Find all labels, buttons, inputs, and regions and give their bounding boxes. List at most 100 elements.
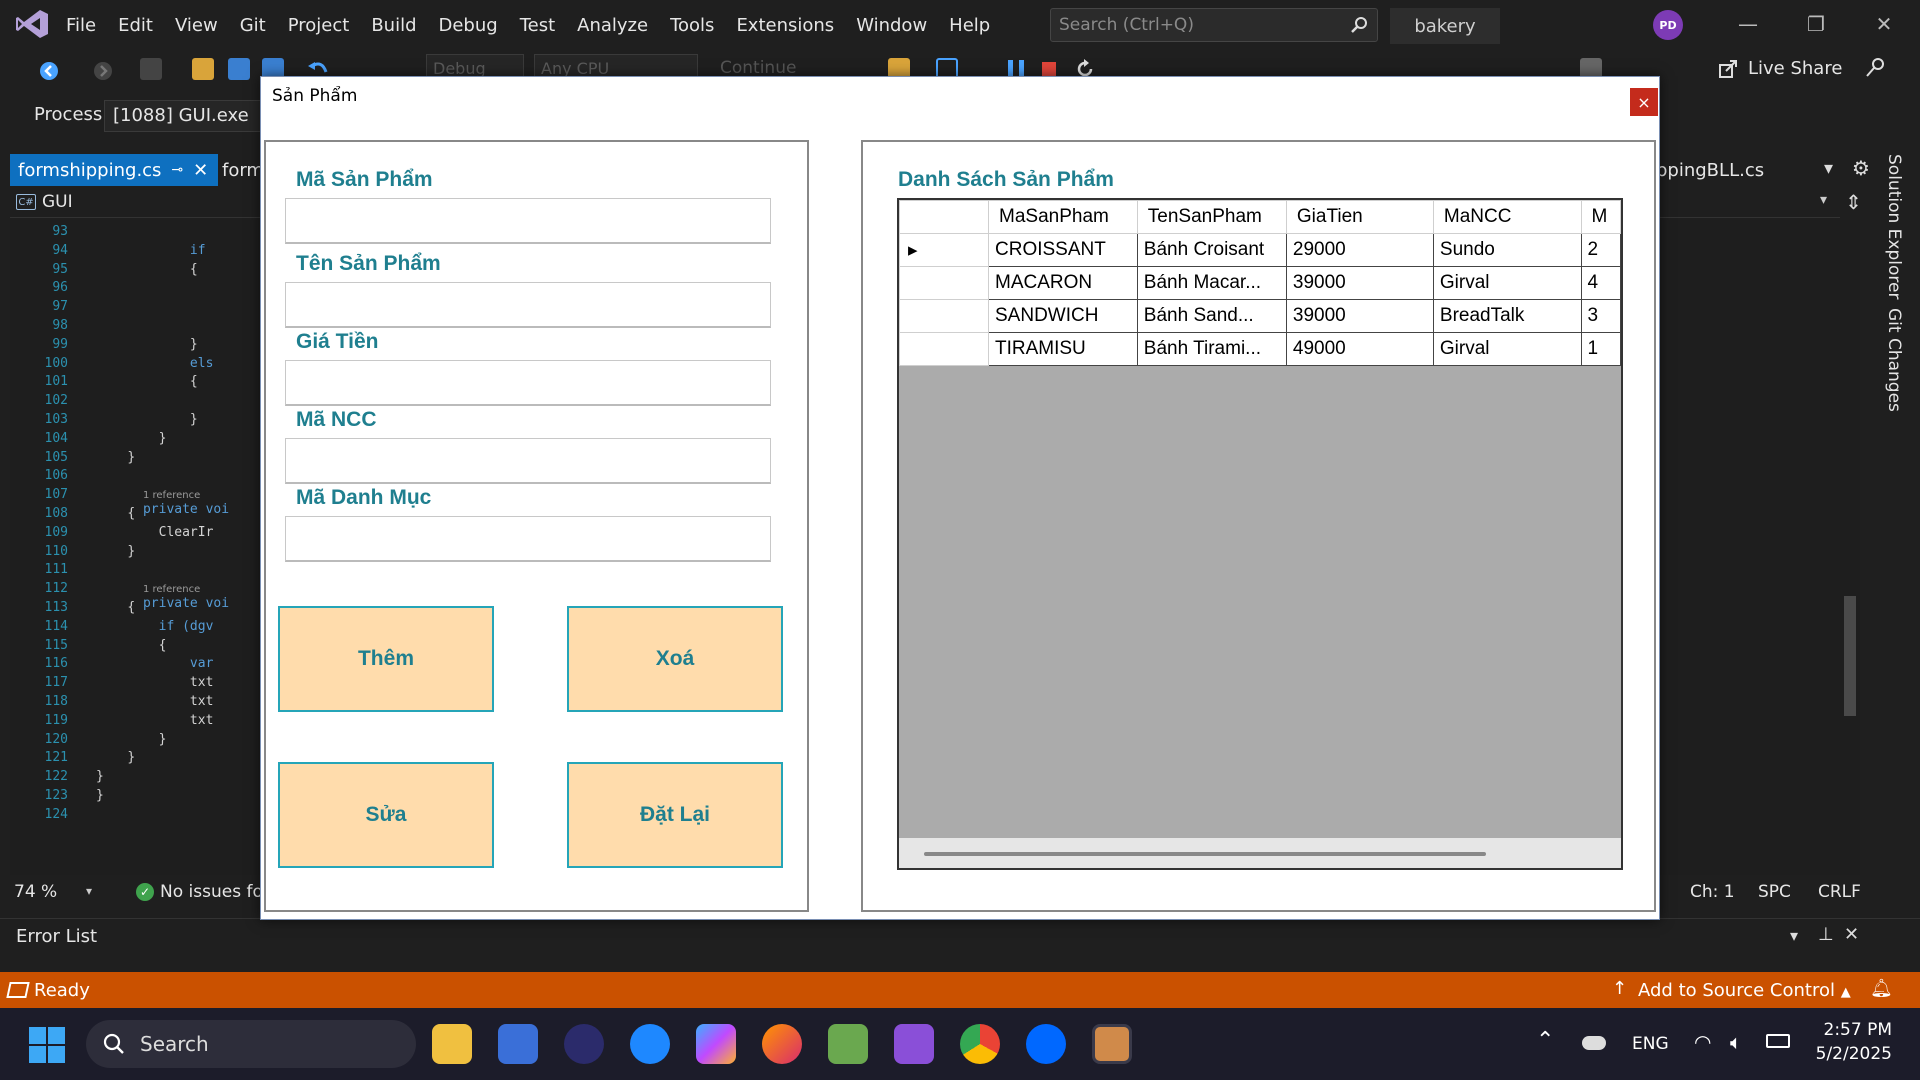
onedrive-icon[interactable] xyxy=(1582,1036,1606,1050)
visual-studio-taskbar-icon[interactable] xyxy=(894,1024,934,1064)
table-cell[interactable]: SANDWICH xyxy=(988,299,1138,333)
tray-chevron-up-icon[interactable]: ⌃ xyxy=(1536,1028,1554,1053)
pin-panel-icon[interactable]: ⊥ xyxy=(1818,924,1834,945)
clock-time[interactable]: 2:57 PM xyxy=(1822,1020,1893,1040)
line-ending-indicator[interactable]: CRLF xyxy=(1818,882,1861,902)
solution-explorer-tab[interactable]: Solution Explorer xyxy=(1884,154,1904,299)
snipping-tool-icon[interactable] xyxy=(828,1024,868,1064)
copilot-icon[interactable] xyxy=(696,1024,736,1064)
git-changes-tab[interactable]: Git Changes xyxy=(1884,308,1904,412)
table-cell[interactable]: Sundo xyxy=(1432,233,1582,267)
add-to-source-control[interactable]: Add to Source Control ▲ xyxy=(1638,980,1851,1001)
column-header-m[interactable]: M xyxy=(1580,200,1621,234)
error-list-title[interactable]: Error List xyxy=(16,926,97,947)
row-header[interactable] xyxy=(899,332,989,366)
table-cell[interactable]: TIRAMISU xyxy=(988,332,1138,366)
notifications-bell-icon[interactable]: 🔔︎ xyxy=(1870,978,1893,999)
table-cell[interactable]: 4 xyxy=(1580,266,1621,300)
gia-tien-input[interactable] xyxy=(285,360,771,406)
row-header[interactable] xyxy=(899,299,989,333)
table-cell[interactable]: 29000 xyxy=(1285,233,1434,267)
project-dropdown[interactable]: C# GUI xyxy=(16,192,73,212)
forward-icon[interactable] xyxy=(92,60,114,82)
tab-overflow-icon[interactable]: ▾ xyxy=(1824,158,1833,179)
menu-file[interactable]: File xyxy=(64,15,110,36)
menu-test[interactable]: Test xyxy=(518,15,569,36)
column-header-tensanpham[interactable]: TenSanPham xyxy=(1136,200,1287,234)
tab-form[interactable]: form xyxy=(220,154,264,186)
settings-gear-icon[interactable]: ⚙ xyxy=(1852,156,1870,180)
zalo-icon[interactable] xyxy=(1026,1024,1066,1064)
table-cell[interactable]: 3 xyxy=(1580,299,1621,333)
battery-icon[interactable] xyxy=(1766,1034,1790,1048)
ma-danh-muc-input[interactable] xyxy=(285,516,771,562)
table-cell[interactable]: 1 xyxy=(1580,332,1621,366)
clock-date[interactable]: 5/2/2025 xyxy=(1812,1044,1892,1064)
ma-san-pham-input[interactable] xyxy=(285,198,771,244)
whitespace-indicator[interactable]: SPC xyxy=(1758,882,1791,902)
minimize-icon[interactable]: — xyxy=(1730,8,1766,40)
stop-icon[interactable] xyxy=(1042,62,1056,76)
editor-vertical-scrollbar[interactable] xyxy=(1840,220,1860,875)
xoa-button[interactable]: Xoá xyxy=(567,606,783,712)
table-cell[interactable]: Bánh Sand... xyxy=(1136,299,1287,333)
menu-build[interactable]: Build xyxy=(369,15,430,36)
table-cell[interactable]: 39000 xyxy=(1285,266,1434,300)
panel-dropdown-icon[interactable]: ▾ xyxy=(1790,926,1798,945)
scrollbar-thumb[interactable] xyxy=(1844,596,1856,716)
menu-debug[interactable]: Debug xyxy=(437,15,512,36)
open-folder-icon[interactable] xyxy=(192,58,214,80)
column-header-giatien[interactable]: GiaTien xyxy=(1285,200,1434,234)
table-cell[interactable]: Bánh Croisant xyxy=(1136,233,1287,267)
menu-project[interactable]: Project xyxy=(286,15,364,36)
close-tab-icon[interactable]: ✕ xyxy=(193,160,208,181)
store-icon[interactable] xyxy=(498,1024,538,1064)
table-row[interactable]: TIRAMISU Bánh Tirami... 49000 Girval 1 xyxy=(899,332,1621,366)
column-header-masanpham[interactable]: MaSanPham xyxy=(988,200,1138,234)
wifi-icon[interactable]: ◠ xyxy=(1694,1030,1711,1054)
close-icon[interactable]: × xyxy=(1630,88,1658,116)
table-cell[interactable]: 39000 xyxy=(1285,299,1434,333)
ma-ncc-input[interactable] xyxy=(285,438,771,484)
file-explorer-icon[interactable] xyxy=(432,1024,472,1064)
table-cell[interactable]: Bánh Macar... xyxy=(1136,266,1287,300)
dat-lai-button[interactable]: Đặt Lại xyxy=(567,762,783,868)
live-share-button[interactable]: Live Share xyxy=(1718,58,1842,79)
eclipse-icon[interactable] xyxy=(564,1024,604,1064)
pin-icon[interactable]: ⊸ xyxy=(171,162,183,178)
table-cell[interactable]: BreadTalk xyxy=(1432,299,1582,333)
row-header-corner[interactable] xyxy=(899,200,989,234)
zoom-level[interactable]: 74 % xyxy=(14,882,57,902)
table-row[interactable]: ▸ CROISSANT Bánh Croisant 29000 Sundo 2 xyxy=(899,233,1621,267)
menu-edit[interactable]: Edit xyxy=(116,15,167,36)
ten-san-pham-input[interactable] xyxy=(285,282,771,328)
sua-button[interactable]: Sửa xyxy=(278,762,494,868)
tab-formshipping[interactable]: formshipping.cs ⊸ ✕ xyxy=(10,154,218,186)
menu-analyze[interactable]: Analyze xyxy=(575,15,662,36)
windows-start-icon[interactable] xyxy=(28,1026,66,1064)
table-cell[interactable]: MACARON xyxy=(988,266,1138,300)
table-cell[interactable]: Bánh Tirami... xyxy=(1136,332,1287,366)
chrome-icon[interactable] xyxy=(960,1024,1000,1064)
menu-help[interactable]: Help xyxy=(947,15,1004,36)
new-project-icon[interactable] xyxy=(140,58,162,80)
table-cell[interactable]: 2 xyxy=(1580,233,1621,267)
current-row-indicator-icon[interactable]: ▸ xyxy=(899,233,989,267)
back-icon[interactable] xyxy=(38,60,60,82)
table-row[interactable]: MACARON Bánh Macar... 39000 Girval 4 xyxy=(899,266,1621,300)
menu-git[interactable]: Git xyxy=(238,15,280,36)
tab-shippingbll[interactable]: ppingBLL.cs xyxy=(1656,154,1816,186)
nav-dropdown-icon[interactable]: ▾ xyxy=(1820,192,1827,208)
them-button[interactable]: Thêm xyxy=(278,606,494,712)
language-indicator[interactable]: ENG xyxy=(1632,1034,1669,1054)
messenger-icon[interactable] xyxy=(630,1024,670,1064)
zoom-dropdown-icon[interactable]: ▾ xyxy=(86,884,92,898)
split-editor-icon[interactable]: ⇕ xyxy=(1845,190,1862,214)
table-cell[interactable]: CROISSANT xyxy=(988,233,1138,267)
menu-extensions[interactable]: Extensions xyxy=(734,15,848,36)
table-cell[interactable]: Girval xyxy=(1432,266,1582,300)
column-header-mancc[interactable]: MaNCC xyxy=(1432,200,1582,234)
menu-view[interactable]: View xyxy=(173,15,232,36)
restore-icon[interactable]: ❐ xyxy=(1798,8,1834,40)
issues-indicator[interactable]: ✓ No issues fou xyxy=(136,882,274,902)
